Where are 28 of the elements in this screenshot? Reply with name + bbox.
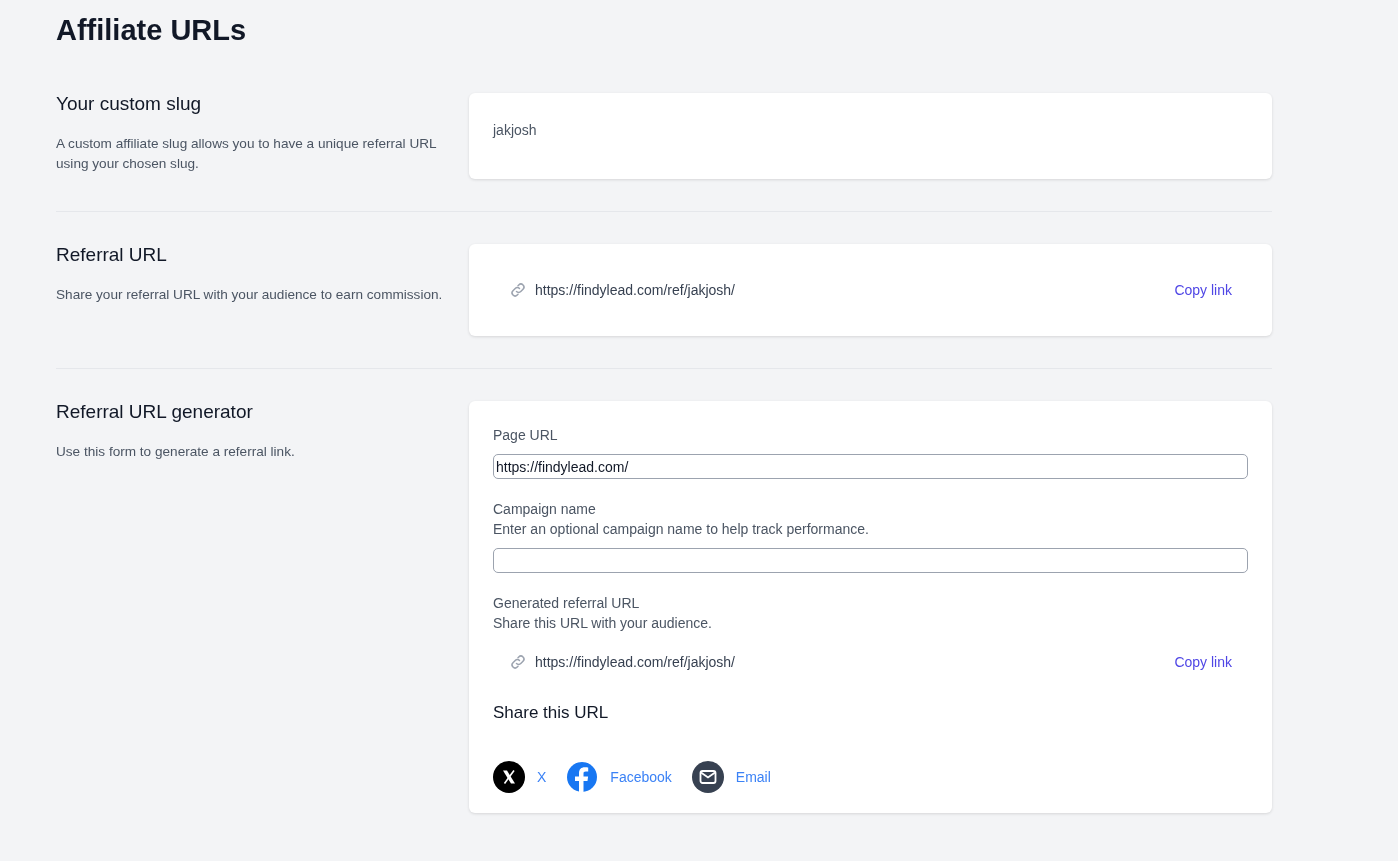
section-description: Share your referral URL with your audience to earn commission.	[56, 286, 444, 304]
field-hint: Enter an optional campaign name to help track performance.	[493, 521, 870, 537]
facebook-logo-icon[interactable]	[566, 761, 599, 793]
link-icon	[509, 653, 527, 671]
envelope-icon[interactable]	[691, 761, 724, 793]
share-link[interactable]: Facebook	[610, 769, 672, 785]
field-label: Page URL	[493, 427, 559, 443]
section-title: Your custom slug	[56, 93, 203, 115]
section-description: A custom affiliate slug allows you to have a unique referral URL using your chosen slug.	[56, 135, 438, 173]
section-title: Referral URL generator	[56, 401, 254, 423]
section-description: Use this form to generate a referral link.	[56, 443, 296, 461]
share-title: Share this URL	[493, 703, 610, 723]
copy-link-button[interactable]: Copy link	[1174, 282, 1232, 298]
referral-url: https://findylead.com/ref/jakjosh/	[535, 282, 736, 298]
section-title: Referral URL	[56, 244, 168, 266]
link-icon	[509, 281, 527, 299]
share-link[interactable]: X	[537, 769, 547, 785]
x-logo-icon[interactable]	[493, 761, 525, 793]
copy-link-button[interactable]: Copy link	[1174, 654, 1232, 670]
field-label: Campaign name	[493, 501, 597, 517]
page-url-field[interactable]: https://findylead.com/	[493, 454, 1248, 479]
slug-value: jakjosh	[493, 122, 537, 138]
share-link[interactable]: Email	[735, 769, 771, 785]
generated-url: https://findylead.com/ref/jakjosh/	[535, 654, 736, 670]
campaign-name-field[interactable]	[493, 548, 1248, 573]
field-label: Generated referral URL	[493, 595, 641, 611]
field-hint: Share this URL with your audience.	[493, 615, 713, 631]
page-title: Affiliate URLs	[56, 14, 248, 47]
